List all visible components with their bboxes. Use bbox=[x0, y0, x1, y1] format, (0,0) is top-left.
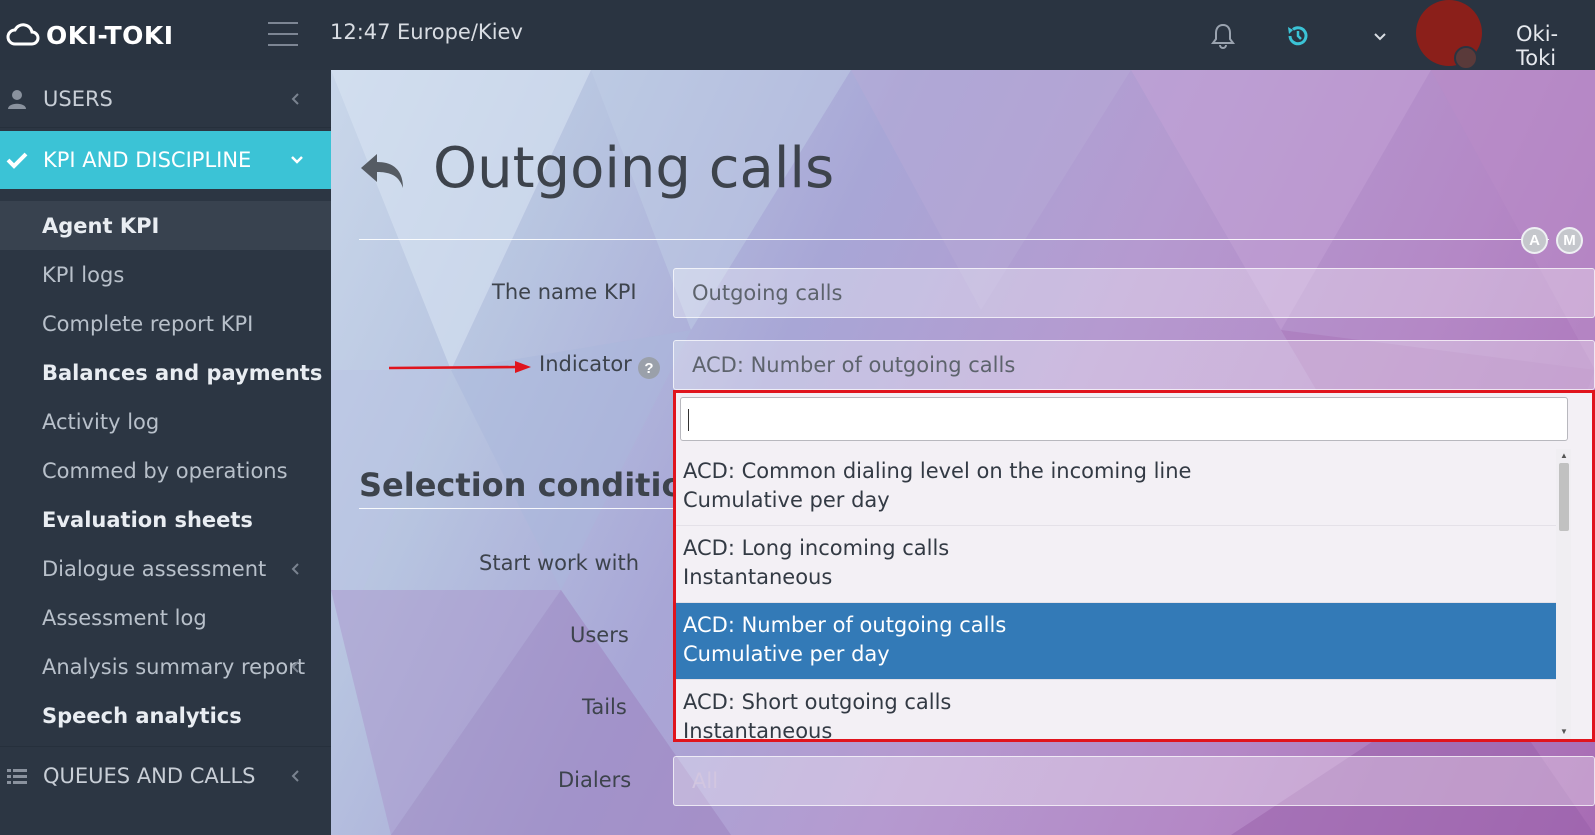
sidebar-section-users[interactable]: USERS bbox=[0, 70, 331, 128]
username[interactable]: Oki-Toki bbox=[1516, 22, 1595, 70]
dropdown-option[interactable]: ACD: Long incoming calls Instantaneous bbox=[676, 526, 1556, 603]
sidebar-item-activity-log[interactable]: Activity log bbox=[0, 397, 331, 446]
indicator-value: ACD: Number of outgoing calls bbox=[692, 353, 1016, 377]
chevron-left-icon bbox=[291, 563, 299, 575]
sidebar-item-label: KPI logs bbox=[42, 262, 125, 287]
option-title: ACD: Number of outgoing calls bbox=[683, 613, 1007, 637]
hamburger-icon-line bbox=[268, 22, 298, 24]
option-subtitle: Cumulative per day bbox=[683, 488, 890, 512]
sidebar-item-agent-kpi[interactable]: Agent KPI bbox=[0, 201, 331, 250]
sidebar-section-queues[interactable]: QUEUES AND CALLS bbox=[0, 746, 331, 804]
main-content: Outgoing calls A M The name KPI Outgoing… bbox=[331, 70, 1595, 835]
hamburger-icon-line bbox=[268, 44, 298, 46]
sidebar-item-label: Commed by operations bbox=[42, 458, 288, 483]
tails-label: Tails bbox=[582, 695, 627, 719]
check-icon bbox=[6, 152, 28, 169]
title-divider bbox=[359, 239, 1549, 240]
page-title: Outgoing calls bbox=[433, 136, 835, 201]
sidebar-item-label: Evaluation sheets bbox=[42, 507, 253, 532]
logo-text: OKI-TOKI bbox=[46, 20, 174, 50]
scrollbar-thumb[interactable] bbox=[1559, 463, 1569, 531]
sidebar-section-label: USERS bbox=[43, 86, 113, 111]
sidebar-item-dialogue-assessment[interactable]: Dialogue assessment bbox=[0, 544, 331, 593]
section-divider bbox=[359, 508, 679, 509]
sidebar-item-label: Assessment log bbox=[42, 605, 207, 630]
name-kpi-input[interactable]: Outgoing calls bbox=[673, 268, 1595, 318]
sidebar-item-analysis-summary[interactable]: Analysis summary report bbox=[0, 642, 331, 691]
start-work-label: Start work with bbox=[479, 551, 640, 575]
option-title: ACD: Long incoming calls bbox=[683, 536, 950, 560]
dropdown-option-selected[interactable]: ACD: Number of outgoing calls Cumulative… bbox=[676, 603, 1556, 680]
logo[interactable]: OKI-TOKI bbox=[6, 18, 174, 52]
name-kpi-value: Outgoing calls bbox=[692, 281, 843, 305]
status-indicator bbox=[1454, 46, 1478, 70]
list-icon bbox=[7, 769, 27, 784]
chevron-left-icon bbox=[291, 93, 299, 105]
bell-icon[interactable] bbox=[1210, 22, 1236, 50]
history-icon[interactable] bbox=[1284, 22, 1312, 50]
chevron-left-icon bbox=[291, 661, 299, 673]
dialers-input[interactable]: All bbox=[673, 756, 1595, 806]
chevron-down-icon bbox=[291, 156, 303, 164]
sidebar-item-evaluation-sheets[interactable]: Evaluation sheets bbox=[0, 495, 331, 544]
sidebar: USERS KPI AND DISCIPLINE Agent KPI KPI l… bbox=[0, 70, 331, 835]
sidebar-item-label: Complete report KPI bbox=[42, 311, 254, 336]
sidebar-section-kpi[interactable]: KPI AND DISCIPLINE bbox=[0, 131, 331, 189]
option-subtitle: Cumulative per day bbox=[683, 642, 890, 666]
sidebar-item-label: Agent KPI bbox=[42, 213, 160, 238]
dropdown-option[interactable]: ACD: Common dialing level on the incomin… bbox=[676, 449, 1556, 526]
user-icon bbox=[8, 90, 26, 109]
sidebar-item-complete-report[interactable]: Complete report KPI bbox=[0, 299, 331, 348]
scroll-up-icon[interactable]: ▲ bbox=[1560, 451, 1568, 460]
back-arrow-icon[interactable] bbox=[359, 150, 407, 192]
badge-m[interactable]: M bbox=[1556, 227, 1583, 254]
red-arrow-annotation bbox=[389, 361, 531, 373]
sidebar-item-commed-operations[interactable]: Commed by operations bbox=[0, 446, 331, 495]
sidebar-item-label: Dialogue assessment bbox=[42, 556, 267, 581]
sidebar-item-label: Speech analytics bbox=[42, 703, 242, 728]
sidebar-section-label: QUEUES AND CALLS bbox=[43, 763, 256, 788]
clock: 12:47 bbox=[330, 20, 391, 44]
section-title: Selection conditions bbox=[359, 466, 726, 504]
sidebar-section-label: KPI AND DISCIPLINE bbox=[43, 148, 252, 172]
cloud-icon bbox=[6, 23, 40, 46]
name-kpi-label: The name KPI bbox=[492, 280, 637, 304]
scroll-down-icon[interactable]: ▼ bbox=[1560, 727, 1568, 736]
text-cursor bbox=[688, 409, 689, 431]
top-bar: OKI-TOKI 12:47 Europe/Kiev Oki-Toki bbox=[0, 0, 1595, 70]
dialers-placeholder: All bbox=[692, 769, 719, 793]
dialers-label: Dialers bbox=[558, 768, 632, 792]
chevron-left-icon bbox=[291, 770, 299, 782]
chevron-down-icon[interactable] bbox=[1372, 30, 1388, 44]
sidebar-item-kpi-logs[interactable]: KPI logs bbox=[0, 250, 331, 299]
sidebar-item-balances[interactable]: Balances and payments bbox=[0, 348, 331, 397]
option-title: ACD: Short outgoing calls bbox=[683, 690, 952, 714]
dropdown-option[interactable]: ACD: Short outgoing calls Instantaneous bbox=[676, 680, 1556, 757]
help-icon[interactable]: ? bbox=[638, 357, 660, 379]
timezone: Europe/Kiev bbox=[397, 20, 523, 44]
sidebar-item-label: Analysis summary report bbox=[42, 654, 306, 679]
dropdown-search-input[interactable] bbox=[680, 397, 1568, 441]
users-label: Users bbox=[570, 623, 629, 647]
badge-a[interactable]: A bbox=[1521, 227, 1548, 254]
dropdown-options: ACD: Common dialing level on the incomin… bbox=[676, 449, 1556, 757]
sidebar-item-label: Balances and payments bbox=[42, 360, 323, 385]
option-title: ACD: Common dialing level on the incomin… bbox=[683, 459, 1192, 483]
sidebar-item-speech-analytics[interactable]: Speech analytics bbox=[0, 691, 331, 740]
sidebar-item-assessment-log[interactable]: Assessment log bbox=[0, 593, 331, 642]
sidebar-item-label: Activity log bbox=[42, 409, 160, 434]
indicator-dropdown: ACD: Common dialing level on the incomin… bbox=[673, 390, 1595, 743]
indicator-label: Indicator bbox=[539, 352, 632, 376]
sidebar-submenu: Agent KPI KPI logs Complete report KPI B… bbox=[0, 201, 331, 740]
indicator-select[interactable]: ACD: Number of outgoing calls bbox=[673, 340, 1595, 390]
option-subtitle: Instantaneous bbox=[683, 565, 833, 589]
menu-toggle-button[interactable] bbox=[268, 22, 298, 46]
option-subtitle: Instantaneous bbox=[683, 719, 833, 743]
hamburger-icon-line bbox=[268, 33, 298, 35]
